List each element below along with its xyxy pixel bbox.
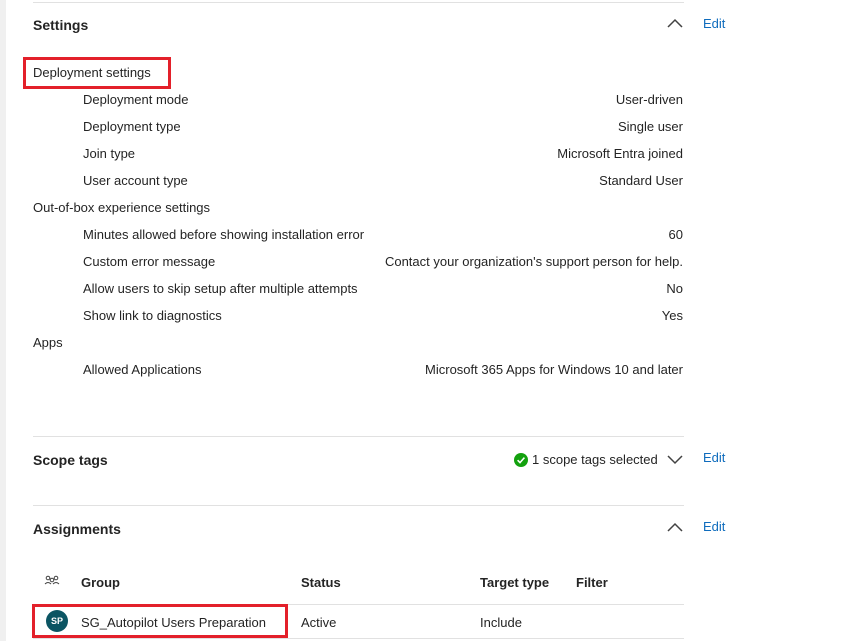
deployment-mode-label: Deployment mode	[83, 92, 189, 107]
assignment-status: Active	[301, 615, 337, 630]
scope-tags-expand-chevron-down-icon[interactable]	[666, 453, 684, 465]
table-row-divider	[33, 638, 684, 639]
join-type-value: Microsoft Entra joined	[557, 146, 683, 161]
group-icon	[44, 575, 60, 585]
checkmark-circle-icon	[514, 453, 528, 467]
assignment-target-type: Include	[480, 615, 522, 630]
deployment-mode-value: User-driven	[615, 92, 683, 107]
user-account-type-label: User account type	[83, 173, 188, 188]
assignments-title: Assignments	[33, 521, 121, 537]
oobe-settings-heading: Out-of-box experience settings	[33, 200, 211, 215]
skip-setup-label: Allow users to skip setup after multiple…	[83, 281, 358, 296]
settings-title: Settings	[33, 17, 89, 33]
custom-error-message-value: Contact your organization's support pers…	[384, 254, 683, 269]
scope-tags-title: Scope tags	[33, 452, 108, 468]
user-account-type-value: Standard User	[599, 173, 683, 188]
assignments-edit-link[interactable]: Edit	[703, 519, 725, 534]
deployment-type-label: Deployment type	[83, 119, 181, 134]
install-error-minutes-label: Minutes allowed before showing installat…	[83, 227, 365, 242]
column-header-target-type[interactable]: Target type	[480, 575, 549, 590]
settings-collapse-chevron-up-icon[interactable]	[666, 17, 684, 29]
apps-heading: Apps	[33, 335, 63, 350]
skip-setup-value: No	[666, 281, 683, 296]
section-divider	[33, 505, 684, 506]
assignments-collapse-chevron-up-icon[interactable]	[666, 521, 684, 533]
diagnostics-link-value: Yes	[661, 308, 683, 323]
section-divider	[33, 436, 684, 437]
scope-tags-edit-link[interactable]: Edit	[703, 450, 725, 465]
section-divider	[33, 2, 684, 3]
assignment-group-highlight	[32, 604, 288, 638]
join-type-label: Join type	[83, 146, 136, 161]
left-rail	[0, 0, 6, 641]
allowed-applications-label: Allowed Applications	[83, 362, 202, 377]
column-header-group[interactable]: Group	[81, 575, 120, 590]
allowed-applications-value: Microsoft 365 Apps for Windows 10 and la…	[425, 362, 683, 377]
column-header-filter[interactable]: Filter	[576, 575, 608, 590]
deployment-type-value: Single user	[617, 119, 683, 134]
deployment-settings-highlight	[23, 57, 171, 89]
scope-tags-summary: 1 scope tags selected	[532, 452, 658, 467]
install-error-minutes-value: 60	[668, 227, 683, 242]
settings-edit-link[interactable]: Edit	[703, 16, 725, 31]
custom-error-message-label: Custom error message	[83, 254, 216, 269]
column-header-status[interactable]: Status	[301, 575, 341, 590]
diagnostics-link-label: Show link to diagnostics	[83, 308, 222, 323]
